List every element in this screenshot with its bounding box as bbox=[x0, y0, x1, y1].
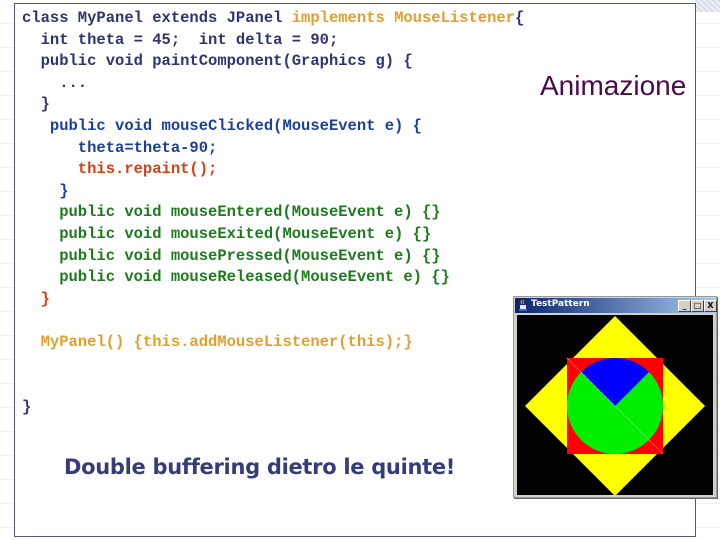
close-button[interactable]: X bbox=[704, 300, 717, 312]
window-titlebar[interactable]: TestPattern _ □ X bbox=[515, 298, 717, 313]
code-line: int theta = 45; int delta = 90; bbox=[22, 30, 339, 52]
slide-subtitle: Double buffering dietro le quinte! bbox=[64, 455, 456, 479]
code-token: theta=theta-90; bbox=[22, 138, 218, 157]
code-line: } bbox=[22, 397, 31, 419]
code-token: } bbox=[22, 289, 50, 308]
minimize-button[interactable]: _ bbox=[678, 300, 691, 312]
code-token: } bbox=[22, 397, 32, 416]
window-title: TestPattern bbox=[531, 299, 590, 309]
code-token: int theta = 45; int delta = 90; bbox=[22, 30, 339, 49]
code-line: public void mouseEntered(MouseEvent e) {… bbox=[22, 202, 441, 224]
code-token: public void mouseExited(MouseEvent e) {} bbox=[22, 225, 432, 243]
code-line: } bbox=[22, 94, 50, 116]
slide-title: Animazione bbox=[540, 70, 687, 101]
code-line: public void mouseClicked(MouseEvent e) { bbox=[22, 116, 422, 138]
code-token: MyPanel() {this.addMouseListener(this);} bbox=[22, 333, 413, 351]
code-token: } bbox=[22, 95, 50, 114]
code-line: theta=theta-90; bbox=[22, 138, 218, 160]
code-line: class MyPanel extends JPanel implements … bbox=[22, 8, 524, 30]
test-pattern-canvas[interactable] bbox=[517, 315, 713, 495]
code-line: this.repaint(); bbox=[22, 159, 218, 181]
code-line: ... bbox=[22, 73, 87, 95]
code-line: public void mouseExited(MouseEvent e) {} bbox=[22, 224, 431, 246]
code-line: } bbox=[22, 289, 50, 311]
code-line: } bbox=[22, 181, 69, 203]
code-line: MyPanel() {this.addMouseListener(this);} bbox=[22, 332, 413, 354]
code-token: public void mouseReleased(MouseEvent e) … bbox=[22, 268, 450, 287]
slide-corner-pattern bbox=[695, 0, 720, 12]
code-line: public void paintComponent(Graphics g) { bbox=[22, 51, 413, 73]
maximize-button[interactable]: □ bbox=[691, 300, 704, 312]
test-pattern-drawing bbox=[525, 316, 705, 495]
code-token: { bbox=[515, 9, 525, 27]
code-token: public void mousePressed(MouseEvent e) {… bbox=[22, 246, 441, 265]
code-token: class MyPanel extends JPanel bbox=[22, 9, 292, 27]
code-token: ... bbox=[22, 73, 88, 92]
code-token: this.repaint(); bbox=[22, 160, 218, 179]
java-cup-icon bbox=[519, 300, 527, 311]
code-token: } bbox=[22, 181, 69, 200]
code-token: implements MouseListener bbox=[291, 9, 515, 27]
java-window: TestPattern _ □ X bbox=[513, 296, 717, 498]
code-line: public void mousePressed(MouseEvent e) {… bbox=[22, 246, 441, 268]
code-line: public void mouseReleased(MouseEvent e) … bbox=[22, 267, 450, 289]
code-token: public void mouseEntered(MouseEvent e) {… bbox=[22, 203, 441, 222]
code-token: public void paintComponent(Graphics g) { bbox=[22, 52, 413, 71]
code-token: public void mouseClicked(MouseEvent e) { bbox=[22, 117, 422, 135]
